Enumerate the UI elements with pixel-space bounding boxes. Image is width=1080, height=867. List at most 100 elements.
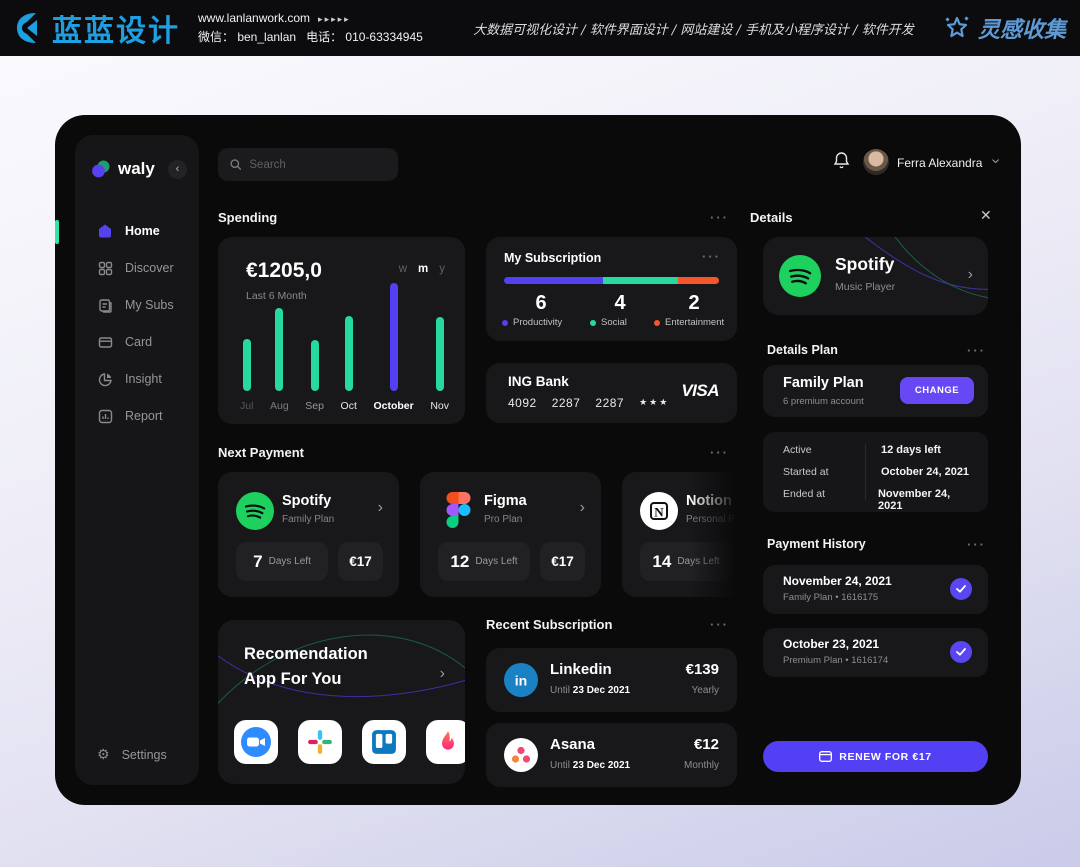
subscription-row-asana[interactable]: Asana Until 23 Dec 2021 €12 Monthly	[486, 723, 737, 787]
waly-logo-icon	[91, 159, 111, 179]
active-indicator	[55, 220, 59, 244]
svg-text:N: N	[654, 505, 664, 520]
details-app-card[interactable]: Spotify Music Player ›	[763, 237, 988, 315]
waly-dashboard: waly ‹ Home Discover	[55, 115, 1021, 805]
details-plan-more-icon[interactable]: ···	[967, 343, 986, 358]
period-option-y[interactable]: y	[439, 263, 445, 275]
days-left-chip: 14 Days Left	[640, 542, 732, 581]
recommended-apps	[234, 720, 465, 764]
user-name[interactable]: Ferra Alexandra	[897, 156, 982, 170]
subscription-app-name: Linkedin	[550, 661, 612, 678]
plan-subtitle: 6 premium account	[783, 396, 864, 407]
bar-column[interactable]: October	[373, 283, 413, 412]
next-payment-card-figma[interactable]: Figma Pro Plan › 12 Days Left €17	[420, 472, 601, 597]
until-prefix: Until	[550, 760, 570, 771]
slack-app-icon[interactable]	[298, 720, 342, 764]
sidebar-item-discover[interactable]: Discover	[75, 258, 199, 278]
trello-app-icon[interactable]	[362, 720, 406, 764]
search-icon	[230, 158, 241, 171]
sidebar-item-report[interactable]: Report	[75, 406, 199, 426]
recommendation-title-line1: Recomendation	[244, 642, 368, 667]
days-left-label: Days Left	[475, 556, 517, 567]
bar	[345, 316, 353, 391]
lanlan-logo-icon	[10, 10, 46, 46]
banner-contact: www.lanlanwork.com▸▸▸▸▸ 微信： ben_lanlan 电…	[198, 9, 423, 47]
notification-bell-icon[interactable]	[833, 151, 850, 175]
linkedin-icon: in	[504, 663, 538, 702]
zoom-app-icon[interactable]	[234, 720, 278, 764]
card-number-group: 2287	[552, 396, 581, 410]
avatar[interactable]	[863, 149, 889, 175]
subscription-until: Until 23 Dec 2021	[550, 685, 630, 696]
payment-date: October 23, 2021	[783, 637, 879, 651]
chevron-right-icon[interactable]: ›	[580, 500, 585, 516]
banner-services: 大数据可视化设计 / 软件界面设计 / 网站建设 / 手机及小程序设计 / 软件…	[453, 19, 934, 38]
status-label: Started at	[783, 466, 865, 478]
my-subscription-card: My Subscription ··· 6 Productivity 4 Soc…	[486, 237, 737, 341]
status-value: October 24, 2021	[865, 466, 969, 478]
bar-column[interactable]: Aug	[270, 308, 289, 412]
search-input[interactable]	[249, 159, 386, 171]
notion-icon: N	[640, 492, 678, 535]
bar-label: October	[373, 400, 413, 412]
chevron-right-icon[interactable]: ›	[378, 500, 383, 516]
my-subscription-more-icon[interactable]: ···	[702, 249, 721, 264]
legend-dot	[590, 320, 596, 326]
sidebar-item-my-subs[interactable]: My Subs	[75, 295, 199, 315]
chevron-down-icon[interactable]: ›	[988, 158, 1004, 163]
period-option-w[interactable]: w	[399, 263, 407, 275]
next-payment-more-icon[interactable]: ···	[710, 445, 729, 460]
banner-website[interactable]: www.lanlanwork.com	[198, 11, 310, 25]
status-value: 12 days left	[865, 444, 941, 456]
bar	[436, 317, 444, 391]
bar	[311, 340, 319, 391]
bar-column[interactable]: Nov	[430, 317, 449, 412]
pie-chart-icon	[97, 371, 113, 387]
spending-more-icon[interactable]: ···	[710, 210, 729, 225]
sidebar-item-home[interactable]: Home	[75, 221, 199, 241]
payment-history-more-icon[interactable]: ···	[967, 537, 986, 552]
card-number-masked: ★★★	[639, 396, 669, 410]
subscription-stat: 2 Entertainment	[654, 292, 734, 328]
sidebar-item-label: Report	[125, 409, 163, 423]
change-plan-button[interactable]: CHANGE	[900, 377, 974, 404]
next-payment-card-notion[interactable]: N Notion Personal Pro 14 Days Left	[622, 472, 745, 597]
spotify-icon	[236, 492, 274, 535]
next-payment-card-spotify[interactable]: Spotify Family Plan › 7 Days Left €17	[218, 472, 399, 597]
stat-label: Productivity	[513, 317, 562, 328]
payment-plan: Family Plan • 1616175	[783, 592, 878, 603]
payment-history-row[interactable]: October 23, 2021 Premium Plan • 1616174	[763, 628, 988, 677]
bank-card[interactable]: ING Bank 4092 2287 2287 ★★★ VISA	[486, 363, 737, 423]
svg-text:in: in	[515, 673, 527, 689]
subscription-stat: 4 Social	[590, 292, 650, 328]
bar-segment	[504, 277, 603, 284]
days-left-value: 12	[450, 552, 469, 572]
credit-card-icon	[97, 334, 113, 350]
recommendation-card[interactable]: Recomendation App For You ›	[218, 620, 465, 784]
tinder-app-icon[interactable]	[426, 720, 465, 764]
sidebar-item-label: Insight	[125, 372, 162, 386]
recommendation-title: Recomendation App For You	[244, 642, 368, 692]
close-icon[interactable]: ✕	[980, 207, 992, 224]
stat-count: 6	[502, 292, 580, 315]
app-name: Figma	[484, 493, 527, 509]
legend-dot	[502, 320, 508, 326]
brand-name: waly	[118, 159, 155, 179]
renew-button[interactable]: RENEW FOR €17	[763, 741, 988, 772]
sidebar-item-card[interactable]: Card	[75, 332, 199, 352]
subscription-row-linkedin[interactable]: in Linkedin Until 23 Dec 2021 €139 Yearl…	[486, 648, 737, 712]
sidebar-item-insight[interactable]: Insight	[75, 369, 199, 389]
chevron-right-icon[interactable]: ›	[440, 666, 445, 682]
sidebar-item-settings[interactable]: ⚙ Settings	[97, 747, 167, 763]
inspiration-logo[interactable]: 灵感收集	[944, 12, 1066, 44]
sidebar-menu: Home Discover My Subs	[75, 221, 199, 426]
bar-column[interactable]: Sep	[305, 340, 324, 412]
lanlan-logo[interactable]: 蓝蓝设计	[10, 6, 180, 50]
recent-subscription-more-icon[interactable]: ···	[710, 617, 729, 632]
chevron-right-icon[interactable]: ›	[968, 267, 973, 283]
period-option-m[interactable]: m	[418, 263, 428, 275]
sidebar-collapse-button[interactable]: ‹	[168, 160, 187, 179]
bar-column[interactable]: Jul	[240, 339, 253, 412]
bar-column[interactable]: Oct	[341, 316, 357, 412]
payment-history-row[interactable]: November 24, 2021 Family Plan • 1616175	[763, 565, 988, 614]
